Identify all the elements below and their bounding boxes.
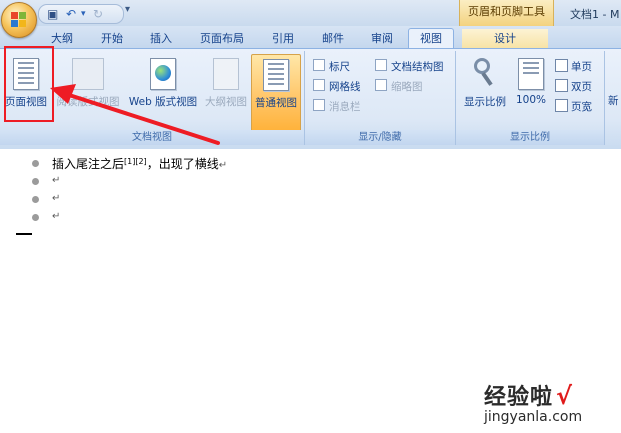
tab-home[interactable]: 开始 bbox=[97, 29, 127, 48]
two-pages-label: 双页 bbox=[571, 81, 592, 93]
outline-view-icon bbox=[213, 58, 239, 90]
paragraph-mark: ↵ bbox=[52, 193, 61, 204]
line-text-rest: ，出现了横线 bbox=[146, 157, 219, 171]
office-logo-icon bbox=[11, 12, 27, 28]
document-map-checkbox[interactable]: 文档结构图 bbox=[375, 59, 444, 75]
ruler-label: 标尺 bbox=[329, 61, 350, 73]
group-show-hide: 标尺 文档结构图 网格线 缩略图 消息栏 显示/隐藏 bbox=[305, 51, 456, 145]
paragraph-mark: ↵ bbox=[52, 211, 61, 222]
gridlines-checkbox[interactable]: 网格线 bbox=[313, 79, 361, 95]
line-text: 插入尾注之后 bbox=[52, 157, 125, 171]
bullet-marker bbox=[32, 178, 39, 185]
web-layout-label: Web 版式视图 bbox=[128, 96, 198, 108]
group-label-document-views: 文档视图 bbox=[0, 130, 304, 145]
one-page-label: 单页 bbox=[571, 61, 592, 73]
outline-view-button[interactable]: 大纲视图 bbox=[203, 54, 249, 124]
gridlines-label: 网格线 bbox=[329, 81, 361, 93]
group-label-zoom: 显示比例 bbox=[456, 130, 604, 145]
paragraph-mark: ↵ bbox=[52, 175, 61, 186]
tab-page-layout[interactable]: 页面布局 bbox=[196, 29, 248, 48]
next-group-button[interactable]: 新 bbox=[608, 93, 619, 109]
watermark-brand: 经验啦 bbox=[484, 385, 554, 410]
document-map-label: 文档结构图 bbox=[391, 61, 444, 73]
group-label-show-hide: 显示/隐藏 bbox=[305, 130, 455, 145]
two-pages-icon bbox=[555, 79, 568, 92]
outline-view-label: 大纲视图 bbox=[205, 96, 247, 108]
web-layout-button[interactable]: Web 版式视图 bbox=[124, 54, 202, 124]
draft-view-button[interactable]: 普通视图 bbox=[251, 54, 301, 132]
tab-references[interactable]: 引用 bbox=[268, 29, 298, 48]
page-width-label: 页宽 bbox=[571, 101, 592, 113]
undo-icon[interactable]: ↶ bbox=[66, 6, 76, 22]
draft-view-icon bbox=[263, 59, 289, 91]
zoom-button[interactable]: 显示比例 bbox=[460, 54, 510, 124]
zoom-label: 显示比例 bbox=[464, 96, 506, 108]
draft-view-label: 普通视图 bbox=[255, 97, 297, 109]
bullet-marker bbox=[32, 160, 39, 167]
watermark: 经验啦 √ jingyanla.com bbox=[484, 379, 582, 425]
reading-layout-label: 阅读版式视图 bbox=[56, 96, 120, 108]
window-title: 文档1 - M bbox=[570, 8, 620, 21]
next-group-label: 新 bbox=[608, 95, 619, 107]
office-button[interactable] bbox=[1, 2, 37, 38]
magnifier-icon bbox=[472, 58, 496, 88]
redo-icon[interactable]: ↻ bbox=[93, 6, 103, 22]
ribbon: 页面视图 阅读版式视图 Web 版式视图 大纲视图 普通视图 文档视图 标尺 文… bbox=[0, 48, 621, 150]
message-bar-label: 消息栏 bbox=[329, 101, 361, 113]
watermark-check-icon: √ bbox=[556, 382, 573, 410]
tab-review[interactable]: 审阅 bbox=[367, 29, 397, 48]
save-icon[interactable]: ▣ bbox=[47, 6, 58, 22]
reading-layout-button[interactable]: 阅读版式视图 bbox=[52, 54, 124, 124]
tab-view[interactable]: 视图 bbox=[408, 28, 454, 50]
page-width-button[interactable]: 页宽 bbox=[555, 99, 592, 115]
title-bar: ▣ ↶ ▾ ↻ ▾ 页眉和页脚工具 文档1 - M bbox=[0, 0, 621, 27]
group-zoom: 显示比例 100% 单页 双页 页宽 显示比例 bbox=[456, 51, 605, 145]
ruler-checkbox[interactable]: 标尺 bbox=[313, 59, 350, 75]
reading-layout-icon bbox=[72, 58, 104, 90]
ribbon-tabs: 大纲 开始 插入 页面布局 引用 邮件 审阅 视图 设计 bbox=[0, 26, 621, 50]
zoom-100-label: 100% bbox=[515, 94, 547, 106]
contextual-tool-label: 页眉和页脚工具 bbox=[468, 5, 545, 18]
customize-qat-icon[interactable]: ▾ bbox=[125, 4, 130, 15]
two-pages-button[interactable]: 双页 bbox=[555, 79, 592, 95]
bullet-marker bbox=[32, 196, 39, 203]
contextual-tool-header: 页眉和页脚工具 bbox=[459, 0, 554, 26]
document-line[interactable]: 插入尾注之后[1][2]，出现了横线↵ bbox=[52, 155, 227, 172]
quick-access-toolbar: ▣ ↶ ▾ ↻ bbox=[38, 4, 124, 24]
tab-insert[interactable]: 插入 bbox=[146, 29, 176, 48]
one-page-button[interactable]: 单页 bbox=[555, 59, 592, 75]
tab-design[interactable]: 设计 bbox=[462, 29, 548, 48]
one-page-icon bbox=[555, 59, 568, 72]
thumbnails-checkbox[interactable]: 缩略图 bbox=[375, 79, 423, 95]
web-layout-icon bbox=[150, 58, 176, 90]
page-width-icon bbox=[555, 99, 568, 112]
thumbnails-label: 缩略图 bbox=[391, 81, 423, 93]
message-bar-checkbox[interactable]: 消息栏 bbox=[313, 99, 361, 115]
endnote-reference: [1][2] bbox=[124, 157, 147, 166]
paragraph-mark: ↵ bbox=[218, 160, 228, 171]
undo-dropdown-icon[interactable]: ▾ bbox=[81, 6, 86, 22]
watermark-url: jingyanla.com bbox=[484, 409, 583, 425]
zoom-100-icon bbox=[518, 58, 544, 90]
zoom-100-button[interactable]: 100% bbox=[514, 54, 548, 124]
endnote-separator-line bbox=[16, 233, 32, 235]
tab-mailings[interactable]: 邮件 bbox=[318, 29, 348, 48]
highlight-box bbox=[4, 46, 54, 122]
bullet-marker bbox=[32, 214, 39, 221]
